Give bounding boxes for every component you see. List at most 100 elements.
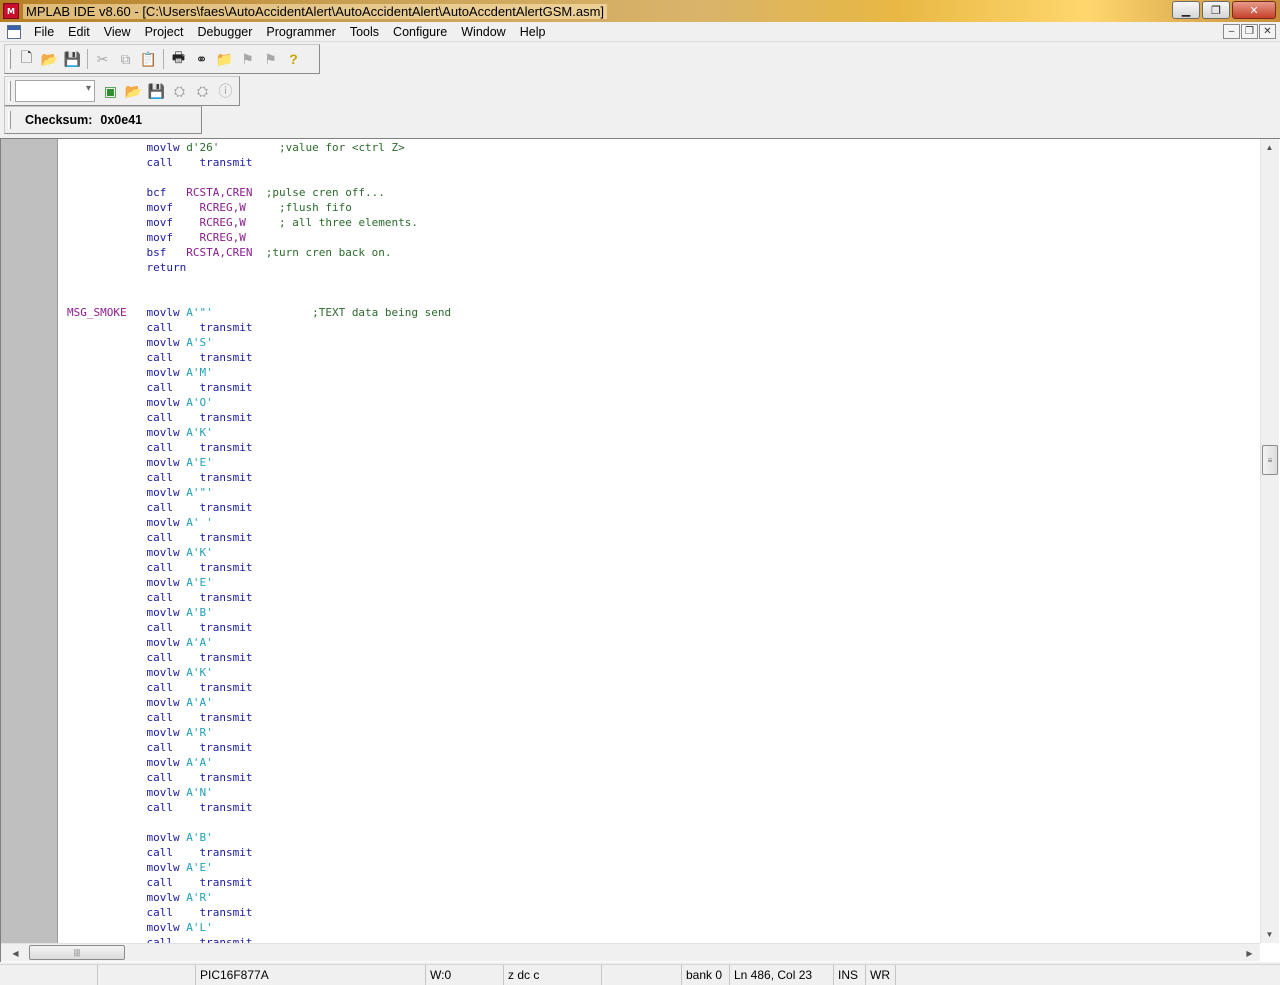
code-line[interactable]: movf RCREG,W bbox=[67, 230, 1257, 245]
horizontal-scrollbar[interactable]: ◀ ||| ▶ bbox=[1, 943, 1260, 961]
menu-file[interactable]: File bbox=[27, 22, 61, 42]
vertical-scroll-thumb[interactable]: ≡ bbox=[1262, 445, 1278, 475]
restore-button[interactable]: ❐ bbox=[1202, 1, 1230, 19]
code-line[interactable]: call transmit bbox=[67, 155, 1257, 170]
toolbar-grip[interactable] bbox=[8, 81, 11, 101]
code-line[interactable]: call transmit bbox=[67, 320, 1257, 335]
code-line[interactable]: movlw A' ' bbox=[67, 515, 1257, 530]
code-line[interactable]: MSG_SMOKE movlw A'"' ;TEXT data being se… bbox=[67, 305, 1257, 320]
code-line[interactable]: movf RCREG,W ;flush fifo bbox=[67, 200, 1257, 215]
scroll-right-button[interactable]: ▶ bbox=[1241, 945, 1258, 961]
code-line[interactable]: movlw A'R' bbox=[67, 890, 1257, 905]
code-line[interactable]: movlw A'R' bbox=[67, 725, 1257, 740]
code-line[interactable]: movlw A'E' bbox=[67, 455, 1257, 470]
scroll-up-button[interactable]: ▲ bbox=[1261, 139, 1278, 156]
code-line[interactable]: call transmit bbox=[67, 710, 1257, 725]
code-line[interactable]: bsf RCSTA,CREN ;turn cren back on. bbox=[67, 245, 1257, 260]
find-in-files-button[interactable]: 📁 bbox=[213, 48, 236, 70]
save-file-button[interactable]: 💾 bbox=[61, 48, 84, 70]
code-line[interactable]: movf RCREG,W ; all three elements. bbox=[67, 215, 1257, 230]
print-button[interactable]: 🖶 bbox=[167, 48, 190, 70]
code-line[interactable]: movlw A'E' bbox=[67, 575, 1257, 590]
code-line[interactable]: movlw A'B' bbox=[67, 605, 1257, 620]
menu-programmer[interactable]: Programmer bbox=[259, 22, 342, 42]
menu-debugger[interactable]: Debugger bbox=[190, 22, 259, 42]
menu-view[interactable]: View bbox=[97, 22, 138, 42]
code-line[interactable]: call transmit bbox=[67, 470, 1257, 485]
code-line[interactable]: call transmit bbox=[67, 350, 1257, 365]
document-window-icon[interactable] bbox=[7, 24, 21, 39]
code-line[interactable]: movlw A'A' bbox=[67, 755, 1257, 770]
help-button[interactable]: ? bbox=[282, 48, 305, 70]
build-configuration-select[interactable] bbox=[15, 80, 95, 102]
minimize-button[interactable]: ▁ bbox=[1172, 1, 1200, 19]
code-line[interactable]: movlw A'N' bbox=[67, 785, 1257, 800]
next-bookmark-button[interactable]: ⚑ bbox=[259, 48, 282, 70]
project-info-button[interactable]: ⓘ bbox=[214, 80, 237, 102]
code-line[interactable]: call transmit bbox=[67, 740, 1257, 755]
paste-button[interactable]: 📋 bbox=[137, 48, 160, 70]
code-line[interactable]: movlw A'L' bbox=[67, 920, 1257, 935]
code-line[interactable]: call transmit bbox=[67, 800, 1257, 815]
code-line[interactable]: movlw A'K' bbox=[67, 665, 1257, 680]
code-line[interactable]: movlw d'26' ;value for <ctrl Z> bbox=[67, 140, 1257, 155]
menu-tools[interactable]: Tools bbox=[343, 22, 386, 42]
toolbar-grip[interactable] bbox=[8, 111, 11, 129]
code-line[interactable] bbox=[67, 170, 1257, 185]
close-button[interactable]: ✕ bbox=[1232, 1, 1276, 19]
code-line[interactable] bbox=[67, 290, 1257, 305]
new-file-button[interactable]: 🗋 bbox=[15, 48, 38, 70]
code-line[interactable]: call transmit bbox=[67, 680, 1257, 695]
save-project-button[interactable]: 💾 bbox=[145, 80, 168, 102]
code-line[interactable]: call transmit bbox=[67, 905, 1257, 920]
open-file-button[interactable]: 📂 bbox=[38, 48, 61, 70]
code-line[interactable]: call transmit bbox=[67, 380, 1257, 395]
toolbar-grip[interactable] bbox=[8, 49, 11, 69]
doc-close-button[interactable]: ✕ bbox=[1259, 24, 1276, 39]
code-line[interactable]: return bbox=[67, 260, 1257, 275]
code-line[interactable]: movlw A'K' bbox=[67, 425, 1257, 440]
code-line[interactable]: call transmit bbox=[67, 650, 1257, 665]
menu-configure[interactable]: Configure bbox=[386, 22, 454, 42]
code-line[interactable]: movlw A'M' bbox=[67, 365, 1257, 380]
code-line[interactable]: bcf RCSTA,CREN ;pulse cren off... bbox=[67, 185, 1257, 200]
menu-project[interactable]: Project bbox=[138, 22, 191, 42]
vertical-scrollbar[interactable]: ▲ ≡ ▼ bbox=[1260, 139, 1279, 943]
find-button[interactable]: ⚭ bbox=[190, 48, 213, 70]
bookmark-button[interactable]: ⚑ bbox=[236, 48, 259, 70]
editor-gutter[interactable] bbox=[1, 139, 58, 943]
doc-minimize-button[interactable]: – bbox=[1223, 24, 1240, 39]
code-line[interactable]: movlw A'A' bbox=[67, 635, 1257, 650]
code-editor[interactable]: movlw d'26' ;value for <ctrl Z> call tra… bbox=[0, 138, 1280, 962]
code-text-area[interactable]: movlw d'26' ;value for <ctrl Z> call tra… bbox=[67, 140, 1257, 943]
code-line[interactable]: call transmit bbox=[67, 410, 1257, 425]
code-line[interactable]: movlw A'S' bbox=[67, 335, 1257, 350]
code-line[interactable]: movlw A'B' bbox=[67, 830, 1257, 845]
build-button[interactable]: ⛭ bbox=[168, 80, 191, 102]
code-line[interactable]: call transmit bbox=[67, 620, 1257, 635]
code-line[interactable]: call transmit bbox=[67, 560, 1257, 575]
code-line[interactable]: call transmit bbox=[67, 935, 1257, 943]
code-line[interactable]: movlw A'O' bbox=[67, 395, 1257, 410]
code-line[interactable]: call transmit bbox=[67, 875, 1257, 890]
scroll-left-button[interactable]: ◀ bbox=[7, 945, 24, 961]
code-line[interactable] bbox=[67, 275, 1257, 290]
menu-window[interactable]: Window bbox=[454, 22, 512, 42]
menu-help[interactable]: Help bbox=[513, 22, 553, 42]
new-project-button[interactable]: ▣ bbox=[99, 80, 122, 102]
menu-edit[interactable]: Edit bbox=[61, 22, 97, 42]
code-line[interactable] bbox=[67, 815, 1257, 830]
doc-restore-button[interactable]: ❐ bbox=[1241, 24, 1258, 39]
code-line[interactable]: call transmit bbox=[67, 770, 1257, 785]
code-line[interactable]: movlw A'"' bbox=[67, 485, 1257, 500]
code-line[interactable]: call transmit bbox=[67, 845, 1257, 860]
mplab-app-icon[interactable]: M bbox=[3, 3, 19, 19]
code-line[interactable]: movlw A'A' bbox=[67, 695, 1257, 710]
code-line[interactable]: call transmit bbox=[67, 500, 1257, 515]
copy-button[interactable]: ⧉ bbox=[114, 48, 137, 70]
horizontal-scroll-thumb[interactable]: ||| bbox=[29, 945, 125, 960]
code-line[interactable]: call transmit bbox=[67, 440, 1257, 455]
code-line[interactable]: call transmit bbox=[67, 530, 1257, 545]
cut-button[interactable]: ✂ bbox=[91, 48, 114, 70]
code-line[interactable]: movlw A'K' bbox=[67, 545, 1257, 560]
